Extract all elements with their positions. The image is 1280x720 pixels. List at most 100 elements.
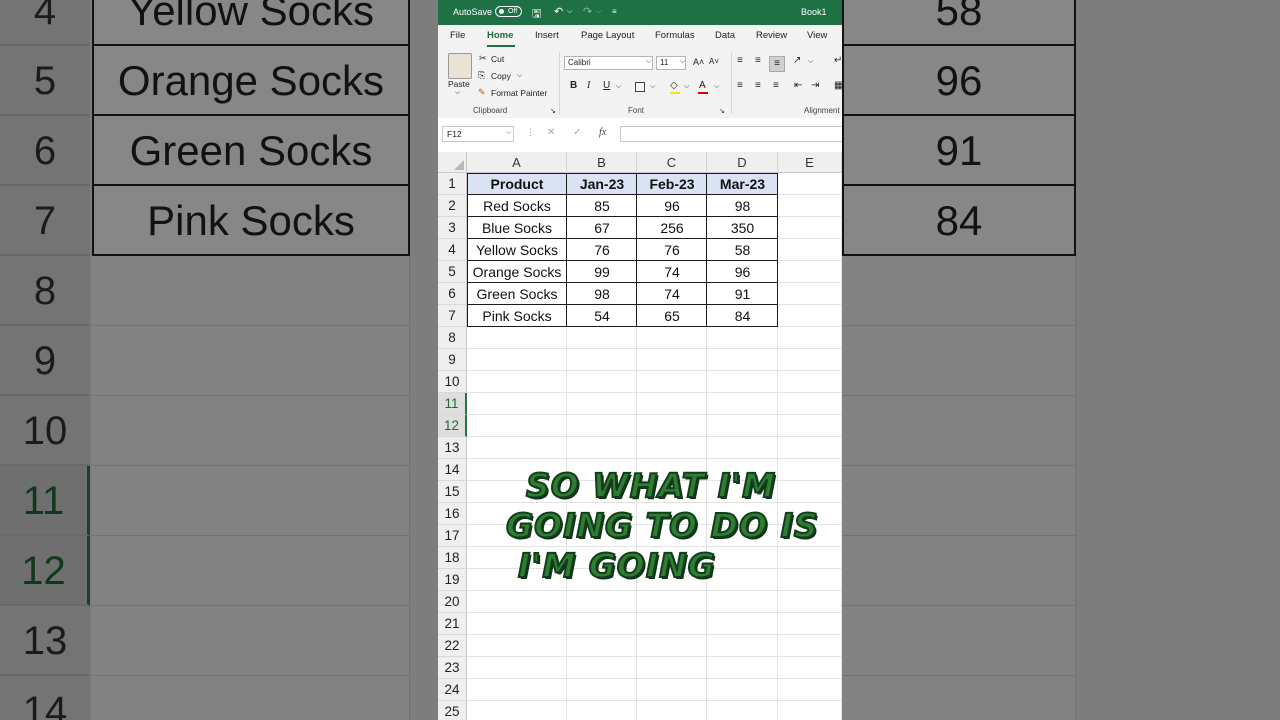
tab-file[interactable]: File: [450, 30, 465, 41]
select-all-corner[interactable]: [438, 152, 467, 173]
tab-formulas[interactable]: Formulas: [655, 30, 695, 41]
row-header[interactable]: 15: [438, 481, 467, 503]
table-cell[interactable]: 350: [707, 217, 778, 239]
font-color-icon[interactable]: A: [699, 80, 706, 91]
name-box[interactable]: F12: [442, 126, 514, 142]
merge-center-icon[interactable]: ▦: [834, 80, 842, 91]
tab-data[interactable]: Data: [715, 30, 735, 41]
row-header[interactable]: 9: [438, 349, 467, 371]
orientation-dropdown-icon[interactable]: ⌵: [808, 58, 813, 66]
row-header[interactable]: 20: [438, 591, 467, 613]
row-header[interactable]: 11: [438, 393, 467, 415]
underline-button[interactable]: U: [603, 80, 610, 91]
paste-button[interactable]: Paste: [448, 79, 470, 89]
row-header[interactable]: 16: [438, 503, 467, 525]
undo-dropdown-icon[interactable]: ⌵: [567, 8, 572, 16]
table-cell[interactable]: Yellow Socks: [467, 239, 567, 261]
table-cell[interactable]: 54: [567, 305, 637, 327]
copy-button[interactable]: Copy: [491, 71, 511, 81]
font-size-dropdown-icon[interactable]: ⌵: [680, 58, 685, 66]
cut-icon[interactable]: ✂: [479, 53, 487, 64]
undo-icon[interactable]: ↶: [554, 5, 563, 18]
font-name-dropdown-icon[interactable]: ⌵: [646, 58, 651, 66]
row-header[interactable]: 19: [438, 569, 467, 591]
font-launcher-icon[interactable]: ↘: [719, 107, 725, 115]
save-icon[interactable]: 🖫: [532, 5, 541, 24]
redo-dropdown-icon[interactable]: ⌵: [596, 8, 601, 16]
row-header[interactable]: 22: [438, 635, 467, 657]
row-header[interactable]: 1: [438, 173, 467, 195]
row-header[interactable]: 18: [438, 547, 467, 569]
paste-dropdown-icon[interactable]: ⌵: [455, 89, 460, 97]
column-header-c[interactable]: C: [637, 152, 707, 173]
name-box-dropdown-icon[interactable]: ⌵: [506, 129, 511, 137]
row-header[interactable]: 23: [438, 657, 467, 679]
wrap-text-icon[interactable]: ↵: [834, 55, 842, 66]
align-right-icon[interactable]: ≡: [773, 80, 779, 91]
table-cell[interactable]: Blue Socks: [467, 217, 567, 239]
row-header[interactable]: 13: [438, 437, 467, 459]
row-header[interactable]: 10: [438, 371, 467, 393]
table-cell[interactable]: Pink Socks: [467, 305, 567, 327]
align-middle-icon[interactable]: ≡: [755, 55, 761, 66]
redo-icon[interactable]: ↷: [583, 5, 592, 18]
cut-button[interactable]: Cut: [491, 54, 504, 64]
format-painter-button[interactable]: Format Painter: [491, 88, 547, 98]
copy-icon[interactable]: ⎘: [478, 70, 485, 81]
table-cell[interactable]: 58: [707, 239, 778, 261]
tab-review[interactable]: Review: [756, 30, 787, 41]
format-painter-icon[interactable]: ✎: [478, 87, 486, 98]
underline-dropdown-icon[interactable]: ⌵: [616, 83, 621, 91]
table-cell[interactable]: Orange Socks: [467, 261, 567, 283]
row-header[interactable]: 7: [438, 305, 467, 327]
orientation-icon[interactable]: ↗: [793, 55, 801, 66]
increase-indent-icon[interactable]: ⇥: [811, 80, 819, 91]
row-header[interactable]: 17: [438, 525, 467, 547]
formula-input[interactable]: [620, 126, 842, 142]
font-color-dropdown-icon[interactable]: ⌵: [714, 83, 719, 91]
table-cell[interactable]: Red Socks: [467, 195, 567, 217]
align-left-icon[interactable]: ≡: [737, 80, 743, 91]
table-header-cell[interactable]: Mar-23: [707, 173, 778, 195]
table-cell[interactable]: 256: [637, 217, 707, 239]
customize-qat-icon[interactable]: ≡: [612, 7, 617, 16]
borders-icon[interactable]: [635, 82, 645, 92]
autosave-toggle[interactable]: Off: [495, 6, 522, 17]
column-header-e[interactable]: E: [778, 152, 842, 173]
table-cell[interactable]: 85: [567, 195, 637, 217]
table-cell[interactable]: 84: [707, 305, 778, 327]
table-cell[interactable]: 91: [707, 283, 778, 305]
copy-dropdown-icon[interactable]: ⌵: [517, 72, 522, 80]
row-header[interactable]: 8: [438, 327, 467, 349]
table-cell[interactable]: 99: [567, 261, 637, 283]
tab-home[interactable]: Home: [487, 30, 513, 41]
italic-button[interactable]: I: [587, 80, 590, 91]
tab-view[interactable]: View: [807, 30, 827, 41]
row-header[interactable]: 24: [438, 679, 467, 701]
align-center-icon[interactable]: ≡: [755, 80, 761, 91]
column-header-d[interactable]: D: [707, 152, 778, 173]
row-header[interactable]: 3: [438, 217, 467, 239]
table-header-cell[interactable]: Feb-23: [637, 173, 707, 195]
cancel-icon[interactable]: ✕: [547, 127, 555, 138]
font-name-box[interactable]: Calibri: [564, 56, 653, 70]
decrease-indent-icon[interactable]: ⇤: [794, 80, 802, 91]
row-header[interactable]: 4: [438, 239, 467, 261]
row-header[interactable]: 21: [438, 613, 467, 635]
align-bottom-icon[interactable]: ≡: [769, 56, 785, 72]
table-header-cell[interactable]: Product: [467, 173, 567, 195]
bold-button[interactable]: B: [570, 80, 577, 91]
table-cell[interactable]: 96: [637, 195, 707, 217]
table-cell[interactable]: 76: [637, 239, 707, 261]
row-header[interactable]: 12: [438, 415, 467, 437]
column-header-b[interactable]: B: [567, 152, 637, 173]
tab-page-layout[interactable]: Page Layout: [581, 30, 634, 41]
table-cell[interactable]: 74: [637, 283, 707, 305]
table-cell[interactable]: 96: [707, 261, 778, 283]
row-header[interactable]: 6: [438, 283, 467, 305]
table-header-cell[interactable]: Jan-23: [567, 173, 637, 195]
tab-insert[interactable]: Insert: [535, 30, 559, 41]
row-header[interactable]: 5: [438, 261, 467, 283]
table-cell[interactable]: 98: [707, 195, 778, 217]
clipboard-launcher-icon[interactable]: ↘: [550, 107, 556, 115]
